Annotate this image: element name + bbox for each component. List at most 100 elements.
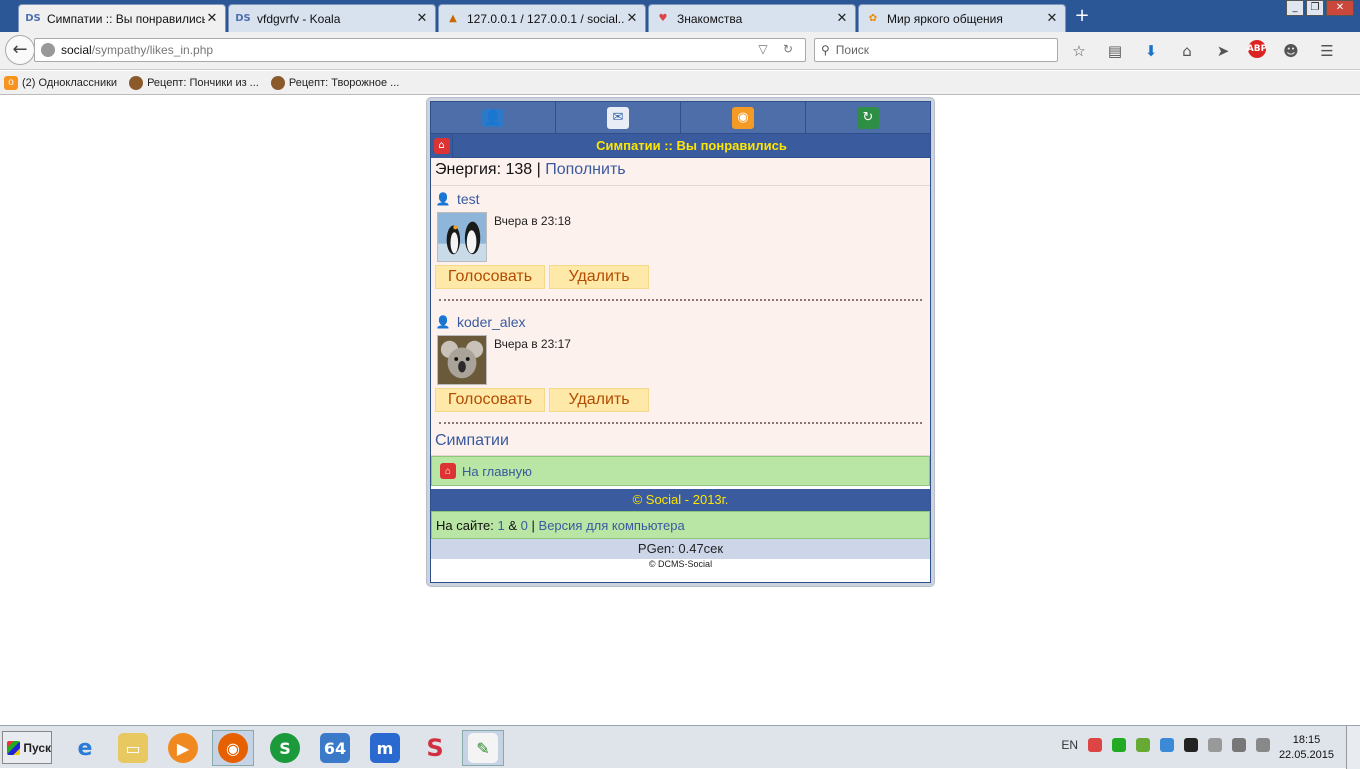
back-button[interactable]: ← bbox=[5, 35, 35, 65]
search-placeholder: Поиск bbox=[835, 43, 870, 57]
pot-icon bbox=[270, 75, 285, 90]
online-amp: & bbox=[508, 517, 518, 533]
envelope-icon: ✉ bbox=[607, 106, 629, 129]
power-icon[interactable] bbox=[1256, 738, 1270, 752]
bookmark-recipe-donuts[interactable]: Рецепт: Пончики из ... bbox=[129, 75, 259, 90]
vote-button[interactable]: Голосовать bbox=[435, 388, 545, 412]
bookmark-odnoklassniki[interactable]: о (2) Одноклассники bbox=[4, 75, 118, 90]
media-icon[interactable] bbox=[1184, 738, 1198, 752]
taskbar-media[interactable]: ▶ bbox=[162, 730, 204, 766]
taskbar-explorer[interactable]: ▭ bbox=[112, 730, 154, 766]
adblock-icon[interactable]: ABP bbox=[1247, 40, 1267, 58]
taskbar-firefox[interactable]: ◉ bbox=[212, 730, 254, 766]
editor-icon: ✎ bbox=[468, 733, 498, 763]
ok-icon: о bbox=[4, 75, 18, 90]
taskbar-editor[interactable]: ✎ bbox=[462, 730, 504, 766]
new-tab-button[interactable]: + bbox=[1072, 6, 1092, 26]
close-window-button[interactable]: ✕ bbox=[1326, 0, 1354, 16]
home-link[interactable]: ⌂ bbox=[431, 133, 453, 158]
tab-koala[interactable]: DS vfdgvrfv - Koala ✕ bbox=[228, 4, 436, 32]
user-row: 👤 koder_alex bbox=[435, 313, 926, 331]
entry-time: Вчера в 23:18 bbox=[494, 214, 571, 228]
globe-icon bbox=[41, 43, 55, 57]
page-container: 👤 ✉ ◉ ↻ ⌂ Симпатии :: Вы понравились Эне… bbox=[426, 97, 935, 587]
flag-icon[interactable] bbox=[1112, 738, 1126, 752]
tab-phpmyadmin[interactable]: ▲ 127.0.0.1 / 127.0.0.1 / social... ✕ bbox=[438, 4, 646, 32]
close-tab-icon[interactable]: ✕ bbox=[205, 11, 219, 26]
show-desktop-button[interactable] bbox=[1346, 726, 1360, 769]
network-icon[interactable] bbox=[1232, 738, 1246, 752]
bookmark-label: (2) Одноклассники bbox=[22, 76, 118, 89]
ie-icon: e bbox=[77, 735, 93, 761]
system-tray: EN bbox=[1061, 738, 1270, 752]
send-icon[interactable]: ➤ bbox=[1212, 40, 1234, 62]
avatar-koala[interactable] bbox=[437, 335, 487, 385]
antivirus-icon[interactable] bbox=[1088, 738, 1102, 752]
update-icon[interactable] bbox=[1160, 738, 1174, 752]
firefox-icon: ◉ bbox=[218, 733, 248, 763]
ds-favicon-icon: DS bbox=[235, 13, 251, 24]
volume-icon[interactable] bbox=[1208, 738, 1222, 752]
delete-button[interactable]: Удалить bbox=[549, 388, 649, 412]
clock-date: 22.05.2015 bbox=[1278, 749, 1334, 761]
taskbar: Пуск e ▭ ▶ ◉ S 64 m S ✎ EN 18:15 22.05.2… bbox=[0, 725, 1360, 769]
clock[interactable]: 18:15 22.05.2015 bbox=[1279, 733, 1334, 763]
bookmark-star-icon[interactable]: ☆ bbox=[1068, 40, 1090, 62]
taskbar-app[interactable]: S bbox=[414, 730, 456, 766]
taskbar-ie[interactable]: e bbox=[64, 730, 106, 766]
taskbar-maxthon[interactable]: m bbox=[364, 730, 406, 766]
vote-button[interactable]: Голосовать bbox=[435, 265, 545, 289]
url-host: social bbox=[61, 43, 92, 57]
bookmark-recipe-curd[interactable]: Рецепт: Творожное ... bbox=[270, 75, 400, 90]
reading-list-icon[interactable]: ▤ bbox=[1104, 40, 1126, 62]
bookmark-label: Рецепт: Пончики из ... bbox=[147, 76, 259, 89]
clock-time: 18:15 bbox=[1292, 734, 1321, 746]
minimize-button[interactable]: _ bbox=[1286, 0, 1304, 16]
tab-title: Мир яркого общения bbox=[887, 11, 1003, 26]
nvidia-icon[interactable] bbox=[1136, 738, 1150, 752]
taskbar-aida64[interactable]: 64 bbox=[314, 730, 356, 766]
username-link[interactable]: koder_alex bbox=[457, 314, 526, 330]
nav-mail[interactable]: ✉ bbox=[556, 102, 681, 133]
download-icon[interactable]: ⬇ bbox=[1140, 40, 1162, 62]
bookmark-label: Рецепт: Творожное ... bbox=[288, 76, 400, 89]
chat-icon[interactable]: ☻ bbox=[1280, 40, 1302, 62]
delete-button[interactable]: Удалить bbox=[549, 265, 649, 289]
close-tab-icon[interactable]: ✕ bbox=[415, 11, 429, 26]
tab-dating[interactable]: ♥ Знакомства ✕ bbox=[648, 4, 856, 32]
menu-icon[interactable]: ☰ bbox=[1316, 40, 1338, 62]
nav-refresh[interactable]: ↻ bbox=[806, 102, 930, 133]
reload-icon[interactable]: ▽ ↻ bbox=[758, 42, 799, 56]
avatar-penguins[interactable] bbox=[437, 212, 487, 262]
pma-favicon-icon: ▲ bbox=[449, 13, 457, 24]
tab-bright-world[interactable]: ✿ Мир яркого общения ✕ bbox=[858, 4, 1066, 32]
close-tab-icon[interactable]: ✕ bbox=[625, 11, 639, 26]
desktop-version-link[interactable]: Версия для компьютера bbox=[539, 518, 685, 533]
username-link[interactable]: test bbox=[457, 191, 480, 207]
tab-sympathy[interactable]: DS Симпатии :: Вы понравились ✕ bbox=[18, 4, 226, 32]
close-tab-icon[interactable]: ✕ bbox=[835, 11, 849, 26]
maximize-button[interactable]: ❐ bbox=[1306, 0, 1324, 16]
entry-details: Вчера в 23:18 bbox=[435, 212, 926, 262]
nav-profile[interactable]: 👤 bbox=[431, 102, 556, 133]
maxthon-icon: m bbox=[370, 733, 400, 763]
close-tab-icon[interactable]: ✕ bbox=[1045, 11, 1059, 26]
language-indicator[interactable]: EN bbox=[1061, 738, 1078, 752]
refill-link[interactable]: Пополнить bbox=[545, 161, 625, 178]
online-guests-link[interactable]: 0 bbox=[521, 518, 528, 533]
nav-feed[interactable]: ◉ bbox=[681, 102, 806, 133]
online-users-link[interactable]: 1 bbox=[498, 518, 505, 533]
search-input[interactable]: ⚲ Поиск bbox=[814, 38, 1058, 62]
address-bar[interactable]: social/sympathy/likes_in.php ▽ ↻ bbox=[34, 38, 806, 62]
list-item: 👤 test Вчера в 23:18 Голосовать Удалить bbox=[431, 186, 930, 301]
copyright-bar: © Social - 2013г. bbox=[431, 489, 930, 511]
taskbar-skype-s[interactable]: S bbox=[264, 730, 306, 766]
tab-strip: DS Симпатии :: Вы понравились ✕ DS vfdgv… bbox=[0, 0, 1360, 32]
home-icon: ⌂ bbox=[440, 463, 456, 479]
home-link[interactable]: На главную bbox=[462, 464, 532, 479]
rss-icon: ◉ bbox=[732, 106, 754, 129]
home-icon[interactable]: ⌂ bbox=[1176, 40, 1198, 62]
start-button[interactable]: Пуск bbox=[2, 731, 52, 764]
bookmarks-bar: о (2) Одноклассники Рецепт: Пончики из .… bbox=[0, 71, 1360, 95]
sympathy-link[interactable]: Симпатии bbox=[435, 432, 509, 449]
